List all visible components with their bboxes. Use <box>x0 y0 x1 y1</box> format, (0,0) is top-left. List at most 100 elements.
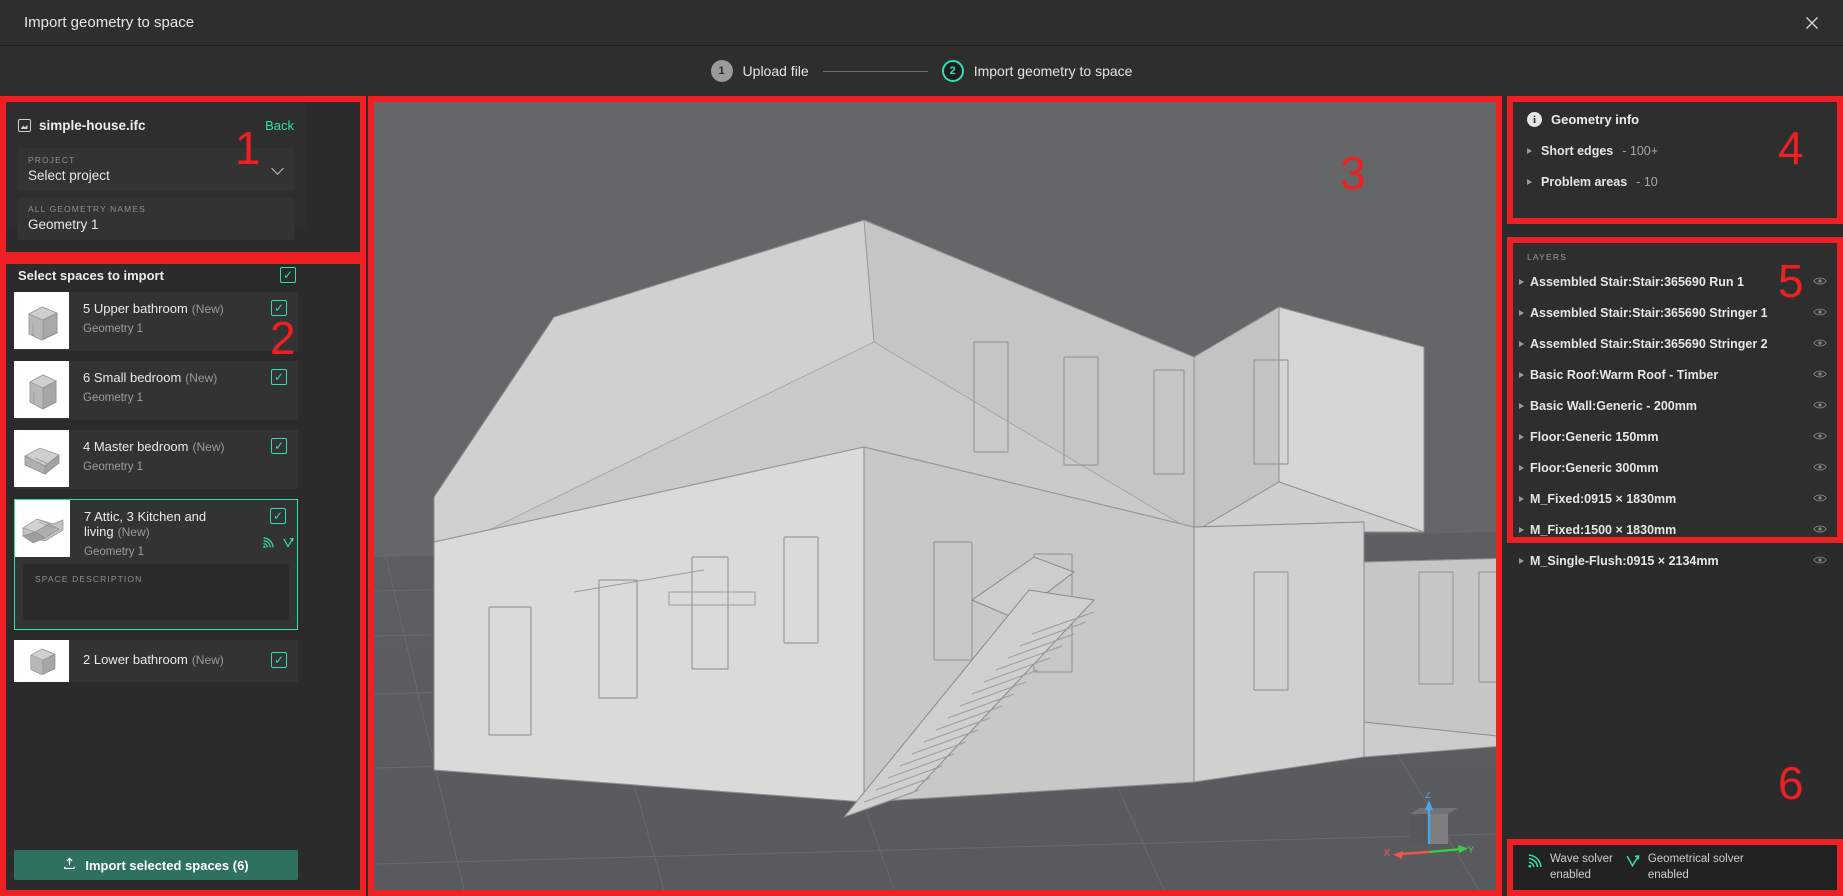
info-icon: i <box>1527 112 1542 127</box>
layer-row[interactable]: M_Fixed:0915 × 1830mm <box>1513 483 1837 514</box>
layer-name: M_Fixed:1500 × 1830mm <box>1530 522 1677 537</box>
list-item[interactable]: 4 Master bedroom (New) Geometry 1 ✓ <box>14 430 298 489</box>
space-thumbnail <box>15 500 70 557</box>
layer-name: Floor:Generic 300mm <box>1530 460 1659 475</box>
import-geometry-dialog: Import geometry to space 1 Upload file 2… <box>0 0 1843 896</box>
eye-icon[interactable] <box>1813 337 1827 351</box>
list-item[interactable]: 5 Upper bathroom (New) Geometry 1 ✓ <box>14 292 298 351</box>
layer-row[interactable]: Basic Wall:Generic - 200mm <box>1513 390 1837 421</box>
import-selected-spaces-button[interactable]: Import selected spaces (6) <box>14 850 298 880</box>
space-checkbox[interactable]: ✓ <box>271 369 287 385</box>
wave-solver-icon <box>1527 854 1542 874</box>
chevron-right-icon <box>1519 433 1524 440</box>
layer-name: Basic Roof:Warm Roof - Timber <box>1530 367 1719 382</box>
space-checkbox[interactable]: ✓ <box>270 508 286 524</box>
eye-icon[interactable] <box>1813 554 1827 568</box>
step-upload-file[interactable]: 1 Upload file <box>710 60 809 82</box>
eye-icon[interactable] <box>1813 306 1827 320</box>
layer-row[interactable]: Floor:Generic 300mm <box>1513 452 1837 483</box>
select-all-checkbox[interactable]: ✓ <box>280 267 296 283</box>
eye-icon[interactable] <box>1813 461 1827 475</box>
layers-label: LAYERS <box>1527 252 1568 262</box>
svg-text:X: X <box>1384 848 1391 859</box>
eye-icon[interactable] <box>1813 430 1827 444</box>
layer-row[interactable]: Floor:Generic 150mm <box>1513 421 1837 452</box>
short-edges-count: - 100+ <box>1622 144 1659 158</box>
file-panel: simple-house.ifc Back PROJECT Select pro… <box>6 102 306 240</box>
geometry-names-label: ALL GEOMETRY NAMES <box>28 204 146 214</box>
space-actions: ✓ <box>260 640 298 682</box>
space-checkbox[interactable]: ✓ <box>271 300 287 316</box>
space-actions: ✓ <box>260 292 298 351</box>
space-thumbnail <box>14 640 69 682</box>
space-badge: (New) <box>117 525 150 539</box>
eye-icon[interactable] <box>1813 492 1827 506</box>
title-bar: Import geometry to space <box>0 0 1843 46</box>
close-icon[interactable] <box>1799 10 1825 36</box>
space-title: 2 Lower bathroom (New) <box>83 652 224 667</box>
step-1-number: 1 <box>710 60 733 82</box>
step-2-number: 2 <box>941 60 964 82</box>
list-item-selected[interactable]: 7 Attic, 3 Kitchen and living (New) Geome… <box>14 499 298 630</box>
layer-row[interactable]: M_Single-Flush:0915 × 2134mm <box>1513 545 1837 576</box>
space-actions: ✓ <box>259 500 297 558</box>
space-meta: 7 Attic, 3 Kitchen and living (New) Geome… <box>70 500 259 558</box>
project-value: Select project <box>28 168 110 183</box>
list-item[interactable]: 6 Small bedroom (New) Geometry 1 ✓ <box>14 361 298 420</box>
layer-name: M_Fixed:0915 × 1830mm <box>1530 491 1677 506</box>
list-item[interactable]: 2 Lower bathroom (New) ✓ <box>14 640 298 682</box>
geometry-info-row-short-edges[interactable]: Short edges - 100+ <box>1527 144 1823 158</box>
layer-row[interactable]: Assembled Stair:Stair:365690 Stringer 2 <box>1513 328 1837 359</box>
layers-panel: LAYERS Assembled Stair:Stair:365690 Run … <box>1513 243 1837 568</box>
upload-icon <box>63 857 76 873</box>
step-import-geometry[interactable]: 2 Import geometry to space <box>941 60 1132 82</box>
space-subtitle: Geometry 1 <box>83 323 144 335</box>
chevron-right-icon <box>1519 402 1524 409</box>
space-badge: (New) <box>191 653 224 667</box>
layer-row[interactable]: Basic Roof:Warm Roof - Timber <box>1513 359 1837 390</box>
geometry-info-title: Geometry info <box>1551 112 1640 127</box>
chevron-right-icon <box>1519 557 1524 564</box>
space-meta: 5 Upper bathroom (New) Geometry 1 <box>69 292 260 351</box>
chevron-right-icon <box>1519 340 1524 347</box>
geometrical-solver-icon <box>1625 854 1640 874</box>
geometrical-solver-status: Geometrical solver enabled <box>1625 852 1744 883</box>
chevron-right-icon <box>1519 371 1524 378</box>
geometrical-solver-label: Geometrical solver enabled <box>1647 852 1744 881</box>
layer-name: Assembled Stair:Stair:365690 Stringer 2 <box>1530 336 1768 351</box>
problem-areas-label: Problem areas <box>1541 175 1628 189</box>
eye-icon[interactable] <box>1813 368 1827 382</box>
layer-name: Basic Wall:Generic - 200mm <box>1530 398 1697 413</box>
project-label: PROJECT <box>28 155 76 165</box>
chevron-right-icon <box>1519 309 1524 316</box>
space-description-field[interactable]: SPACE DESCRIPTION <box>23 564 289 620</box>
space-title: 5 Upper bathroom (New) <box>83 301 224 316</box>
space-checkbox[interactable]: ✓ <box>271 438 287 454</box>
project-select[interactable]: PROJECT Select project <box>18 148 294 191</box>
space-checkbox[interactable]: ✓ <box>271 652 287 668</box>
geometry-info-header: i Geometry info <box>1527 112 1823 127</box>
layers-list: Assembled Stair:Stair:365690 Run 1 Assem… <box>1513 266 1837 576</box>
space-actions: ✓ <box>260 361 298 420</box>
layer-row[interactable]: Assembled Stair:Stair:365690 Run 1 <box>1513 266 1837 297</box>
eye-icon[interactable] <box>1813 275 1827 289</box>
space-title: 7 Attic, 3 Kitchen and living (New) <box>84 509 207 539</box>
geometry-names-field[interactable]: ALL GEOMETRY NAMES Geometry 1 <box>18 197 294 240</box>
space-subtitle: Geometry 1 <box>83 392 144 404</box>
chevron-right-icon <box>1527 179 1532 185</box>
axis-gizmo[interactable]: Z Y X <box>1382 790 1475 872</box>
step-1-label: Upload file <box>742 63 809 79</box>
layer-row[interactable]: M_Fixed:1500 × 1830mm <box>1513 514 1837 545</box>
layer-name: M_Single-Flush:0915 × 2134mm <box>1530 553 1719 568</box>
eye-icon[interactable] <box>1813 523 1827 537</box>
space-meta: 4 Master bedroom (New) Geometry 1 <box>69 430 260 489</box>
layer-row[interactable]: Assembled Stair:Stair:365690 Stringer 1 <box>1513 297 1837 328</box>
eye-icon[interactable] <box>1813 399 1827 413</box>
3d-viewport[interactable]: Z Y X <box>374 102 1496 890</box>
back-button[interactable]: Back <box>265 118 294 133</box>
geometry-info-panel: i Geometry info Short edges - 100+ Probl… <box>1513 102 1837 218</box>
page-title: Import geometry to space <box>24 14 195 31</box>
space-actions: ✓ <box>260 430 298 489</box>
wave-solver-status: Wave solver enabled <box>1527 852 1613 883</box>
geometry-info-row-problem-areas[interactable]: Problem areas - 10 <box>1527 175 1823 189</box>
